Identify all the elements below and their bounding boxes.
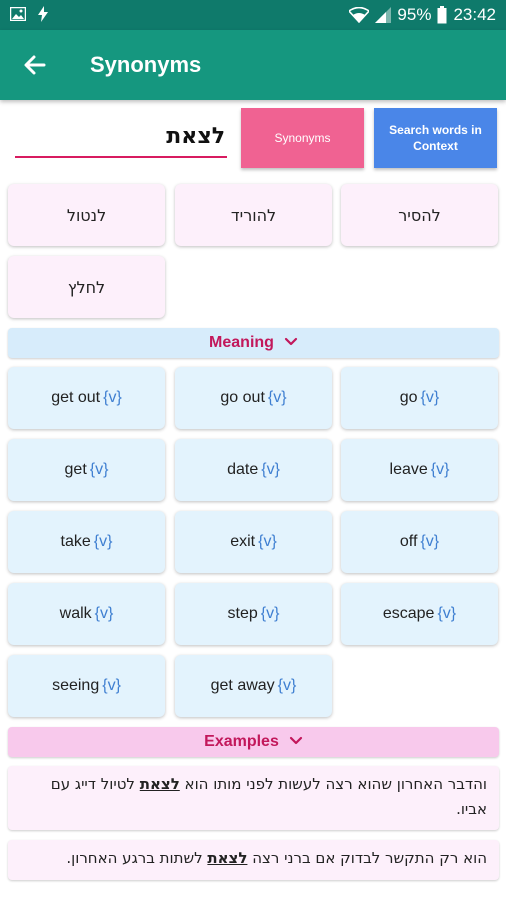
flash-icon	[38, 6, 48, 22]
meaning-card[interactable]: go out {v}	[175, 367, 332, 429]
part-of-speech: {v}	[102, 677, 121, 694]
meaning-card[interactable]: get {v}	[8, 439, 165, 501]
search-in-context-button[interactable]: Search words in Context	[374, 108, 497, 168]
gallery-icon	[10, 7, 26, 21]
meaning-label: Meaning	[209, 334, 274, 351]
part-of-speech: {v}	[89, 461, 109, 478]
meaning-card[interactable]: date {v}	[175, 439, 332, 501]
chevron-down-icon	[284, 334, 298, 352]
synonyms-button[interactable]: Synonyms	[241, 108, 364, 168]
meaning-card[interactable]: get away {v}	[175, 655, 332, 717]
meaning-word: off	[399, 533, 418, 550]
example-text: והדבר האחרון שהוא רצה לעשות לפני מותו הו…	[179, 775, 487, 793]
part-of-speech: {v}	[94, 605, 114, 622]
part-of-speech: {v}	[267, 389, 287, 406]
app-bar: Synonyms	[0, 30, 506, 100]
meaning-word: get	[64, 461, 87, 478]
meaning-card[interactable]: go {v}	[341, 367, 498, 429]
part-of-speech: {v}	[420, 533, 440, 550]
chevron-down-icon	[289, 733, 303, 751]
status-bar: 95% 23:42	[0, 0, 506, 30]
part-of-speech: {v}	[258, 533, 277, 550]
part-of-speech: {v}	[260, 605, 280, 622]
meaning-word: get away	[210, 677, 275, 694]
meaning-word: walk	[59, 605, 92, 622]
meaning-word: go	[399, 389, 418, 406]
synonym-card[interactable]: לנטול	[8, 184, 165, 246]
meaning-word: escape	[382, 605, 435, 622]
example-keyword: לצאת	[139, 775, 180, 793]
meaning-card[interactable]: leave {v}	[341, 439, 498, 501]
synonym-card[interactable]: לחלץ	[8, 256, 165, 318]
meaning-card[interactable]: take {v}	[8, 511, 165, 573]
synonym-card[interactable]: להוריד	[175, 184, 332, 246]
signal-icon	[375, 7, 392, 23]
part-of-speech: {v}	[430, 461, 450, 478]
part-of-speech: {v}	[93, 533, 113, 550]
search-input[interactable]	[15, 120, 227, 158]
page-title: Synonyms	[90, 52, 202, 77]
part-of-speech: {v}	[277, 677, 297, 694]
part-of-speech: {v}	[261, 461, 280, 478]
meaning-word: step	[227, 605, 258, 622]
example-keyword: לצאת	[207, 849, 248, 867]
meaning-word: seeing	[52, 677, 100, 694]
examples-label: Examples	[204, 733, 279, 750]
wifi-icon	[349, 7, 370, 23]
part-of-speech: {v}	[420, 389, 440, 406]
part-of-speech: {v}	[103, 389, 122, 406]
example-sentence: והדבר האחרון שהוא רצה לעשות לפני מותו הו…	[8, 766, 499, 830]
part-of-speech: {v}	[437, 605, 457, 622]
meaning-word: get out	[51, 389, 101, 406]
meaning-word: exit	[230, 533, 256, 550]
meaning-word: take	[60, 533, 91, 550]
clock: 23:42	[453, 5, 496, 24]
search-row: Synonyms Search words in Context	[0, 108, 506, 170]
meaning-card[interactable]: off {v}	[341, 511, 498, 573]
back-arrow-icon[interactable]	[20, 50, 50, 80]
meaning-word: leave	[389, 461, 428, 478]
meaning-card[interactable]: escape {v}	[341, 583, 498, 645]
battery-percent: 95%	[397, 5, 432, 24]
battery-icon	[437, 6, 447, 24]
meaning-card[interactable]: step {v}	[175, 583, 332, 645]
meaning-card[interactable]: walk {v}	[8, 583, 165, 645]
examples-header[interactable]: Examples	[8, 727, 499, 757]
meaning-card[interactable]: exit {v}	[175, 511, 332, 573]
synonym-card[interactable]: להסיר	[341, 184, 498, 246]
example-text: לשתות ברגע האחרון.	[66, 849, 208, 867]
meaning-word: go out	[220, 389, 265, 406]
meaning-word: date	[227, 461, 259, 478]
example-text: הוא רק התקשר לבדוק אם ברני רצה	[247, 849, 487, 867]
meaning-card[interactable]: get out {v}	[8, 367, 165, 429]
meaning-card[interactable]: seeing {v}	[8, 655, 165, 717]
meaning-header[interactable]: Meaning	[8, 328, 499, 358]
example-sentence: הוא רק התקשר לבדוק אם ברני רצה לצאת לשתו…	[8, 840, 499, 880]
